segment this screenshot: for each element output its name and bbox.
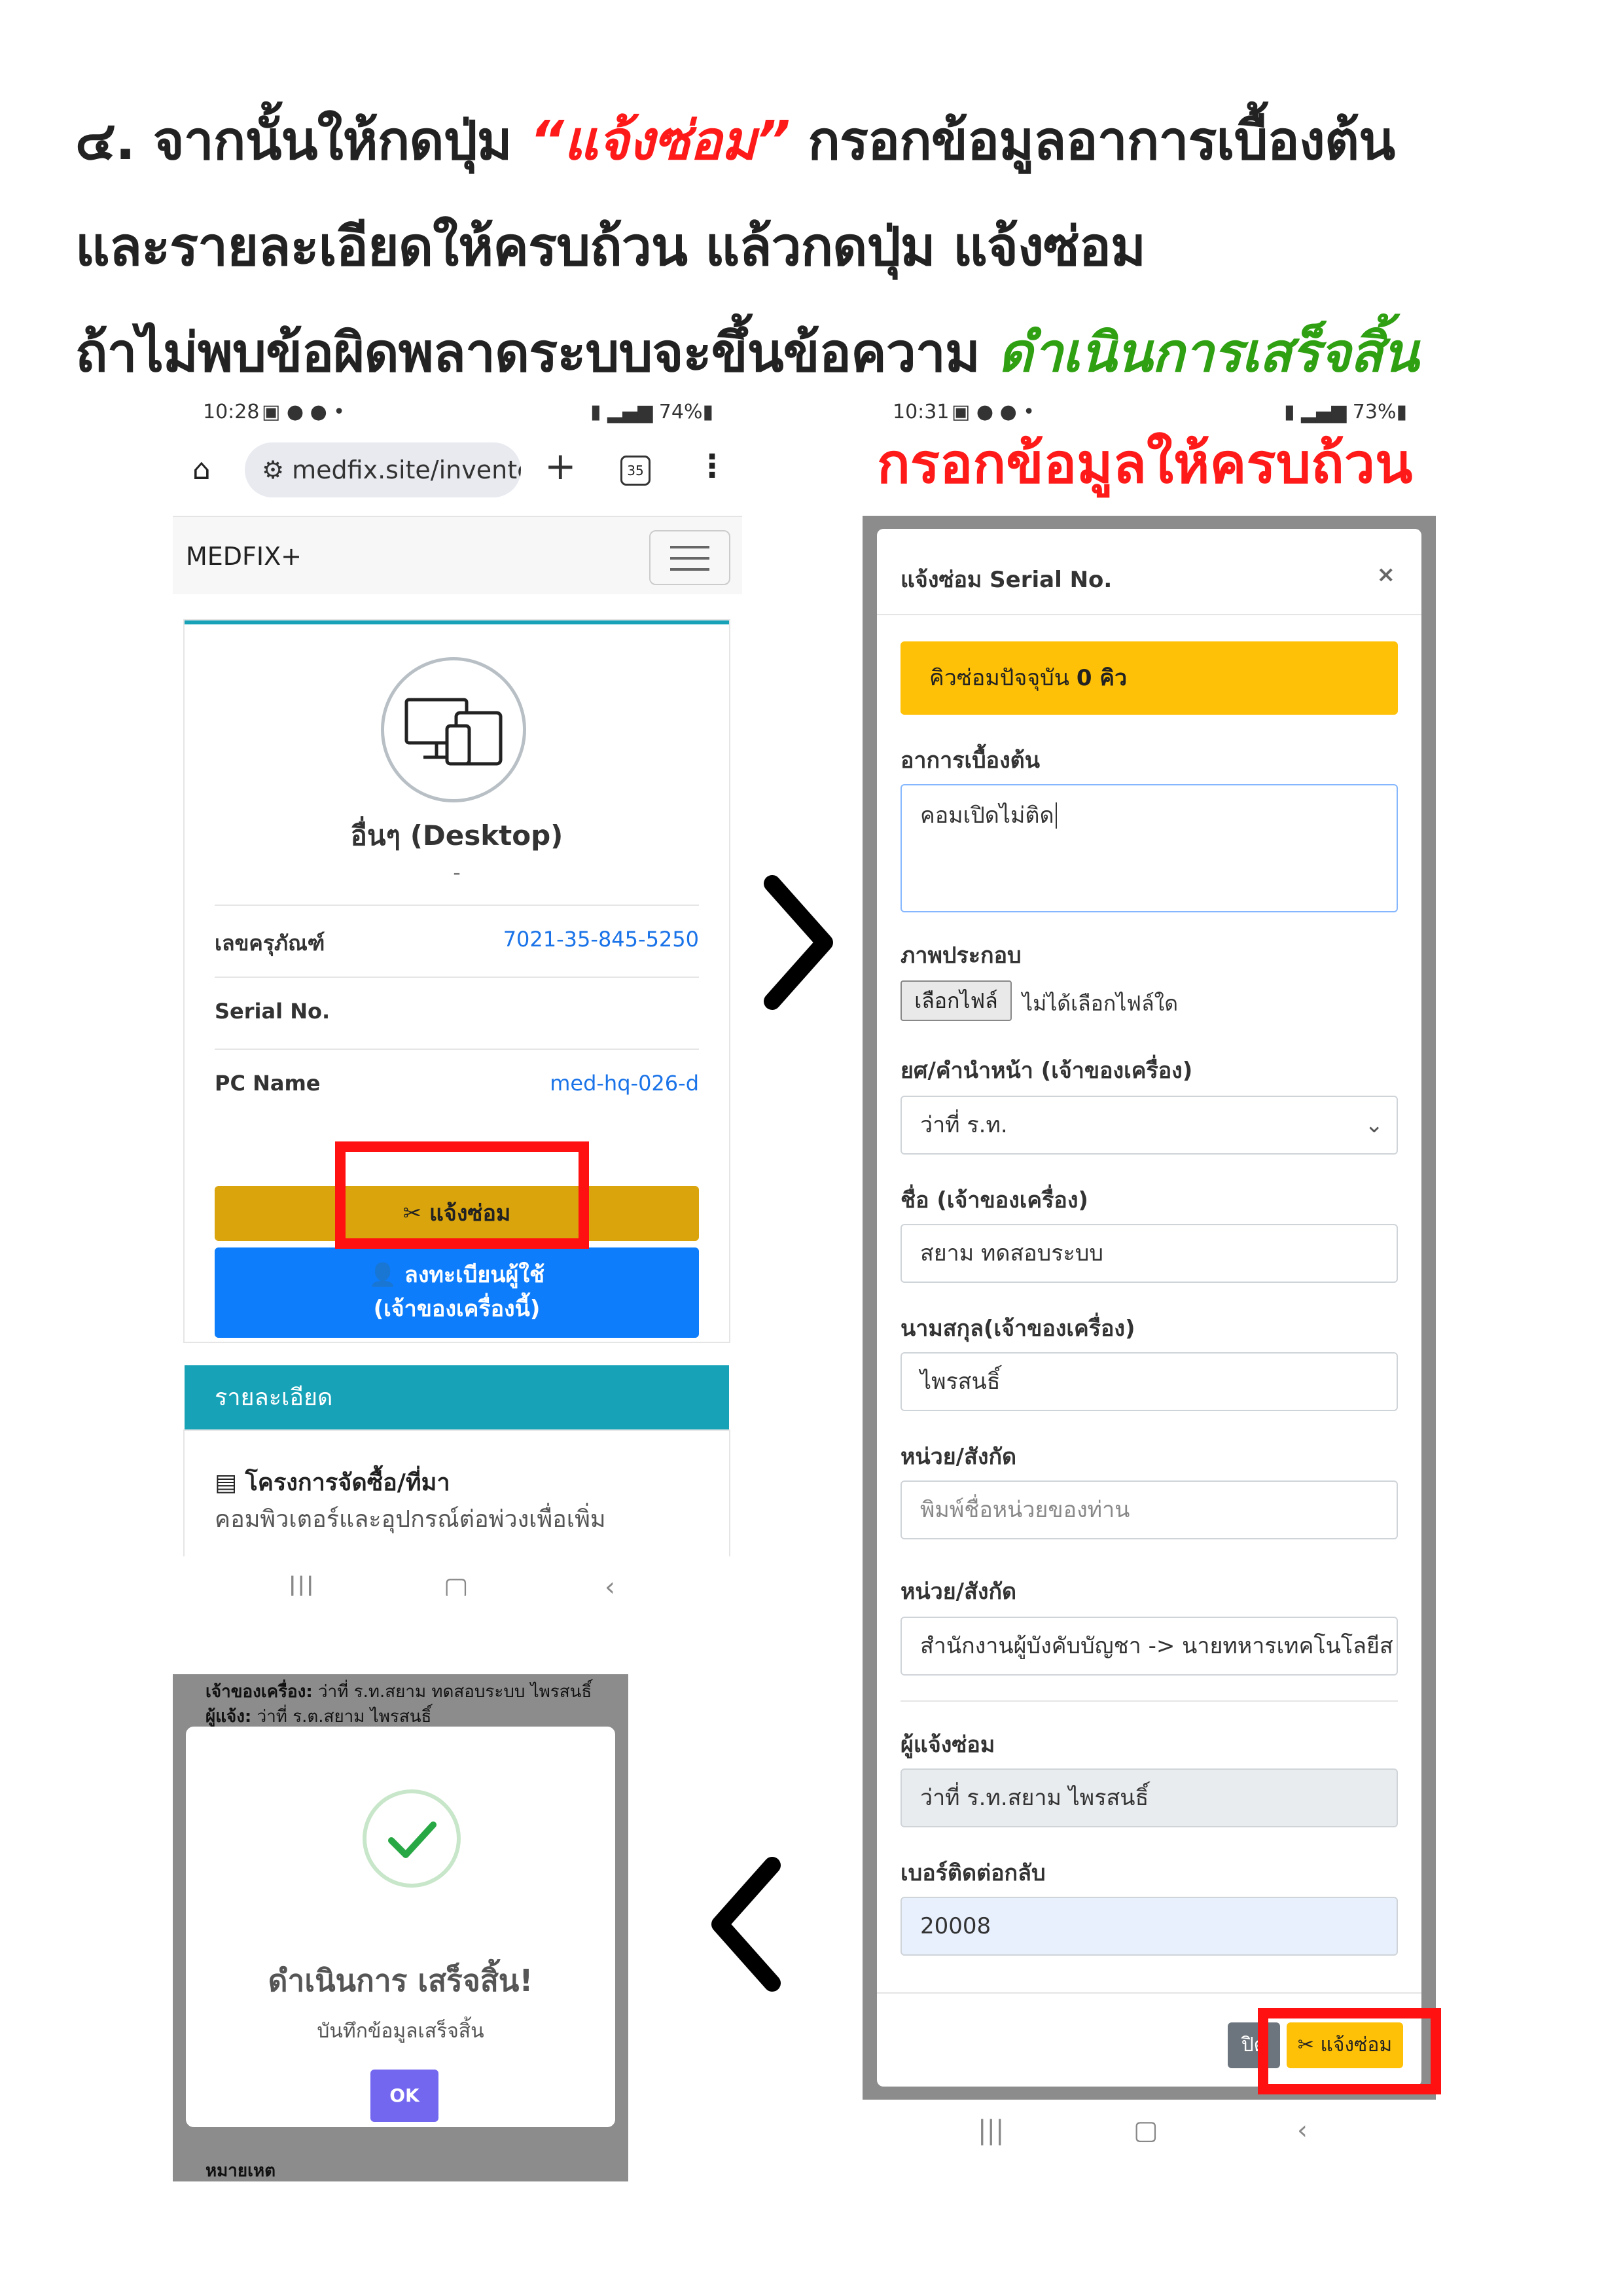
field-value[interactable]: med-hq-026-d — [550, 1071, 699, 1096]
screenshot-device-page: 10:28 ▣ ● ● • ▮ ▂▄▆ 74%▮ ⌂ ⚙ medfix.site… — [173, 391, 742, 1596]
recent-apps-icon[interactable]: ||| — [288, 1572, 314, 1596]
site-navbar: MEDFIX+ — [173, 516, 742, 594]
field-value[interactable]: 7021-35-845-5250 — [503, 927, 699, 952]
screenshot-repair-form: 10:31 ▣ ● ● • ▮ ▂▄▆ 73%▮ แจ้งซ่อม Serial… — [863, 391, 1436, 2147]
field-label: PC Name — [215, 1071, 321, 1096]
heading-line-2: และรายละเอียดให้ครบถ้วน แล้วกดปุ่ม แจ้งซ… — [75, 216, 1146, 278]
file-status: ไม่ได้เลือกไฟล์ใด — [1022, 991, 1178, 1016]
home-icon[interactable]: ⌂ — [192, 453, 211, 486]
highlight-box-repair — [335, 1141, 589, 1249]
heading-line-3: ถ้าไม่พบข้อผิดพลาดระบบจะขึ้นข้อความ ดำเน… — [75, 300, 1580, 406]
field-pc-name: PC Name med-hq-026-d — [215, 1049, 699, 1121]
url-text: medfix.site/inventc — [292, 456, 521, 484]
device-subtitle: - — [453, 860, 461, 885]
address-bar[interactable]: ⚙ medfix.site/inventc — [245, 442, 521, 497]
heading-line-1: ๔. จากนั้นให้กดปุ่ม “แจ้งซ่อม” กรอกข้อมู… — [75, 88, 1580, 194]
background-note-line: หมายเหต — [205, 2161, 276, 2181]
ok-button[interactable]: OK — [370, 2070, 438, 2122]
modal-title: แจ้งซ่อม Serial No. — [901, 567, 1113, 593]
background-reporter-line: ผู้แจ้ง: ว่าที่ ร.ต.สยาม ไพรสนธิ์ — [205, 1707, 432, 1727]
divider — [901, 1700, 1398, 1702]
home-button-icon[interactable]: ▢ — [444, 1572, 469, 1596]
rank-select[interactable]: ว่าที่ ร.ท. ⌄ — [901, 1096, 1398, 1155]
system-nav-bar: ||| ▢ ‹ — [173, 1556, 742, 1596]
alert-message: บันทึกข้อมูลเสร็จสิ้น — [317, 2020, 484, 2043]
first-name-label: ชื่อ (เจ้าของเครื่อง) — [901, 1187, 1088, 1213]
heading-highlight: “แจ้งซ่อม” — [529, 110, 791, 172]
more-menu-icon[interactable]: ⋮ — [696, 448, 728, 484]
heading-success-text: ดำเนินการเสร็จสิ้น — [997, 322, 1419, 384]
back-icon[interactable]: ‹ — [1297, 2115, 1308, 2145]
background-owner-line: เจ้าของเครื่อง: ว่าที่ ร.ท.สยาม ทดสอบระบ… — [205, 1682, 592, 1702]
rank-label: ยศ/คำนำหน้า (เจ้าของเครื่อง) — [901, 1058, 1193, 1084]
heading-prefix: ๔. จากนั้นให้กดปุ่ม — [75, 110, 530, 172]
alert-title: ดำเนินการ เสร็จสิ้น! — [268, 1963, 533, 1998]
unit-search-input[interactable]: พิมพ์ชื่อหน่วยของท่าน — [901, 1480, 1398, 1539]
last-name-label: นามสกุล(เจ้าของเครื่อง) — [901, 1316, 1135, 1342]
divider — [877, 614, 1421, 615]
reporter-input: ว่าที่ ร.ท.สยาม ไพรสนธิ์ — [901, 1768, 1398, 1827]
status-battery: ▮ ▂▄▆ 74%▮ — [590, 401, 713, 423]
details-header: รายละเอียด — [185, 1365, 729, 1431]
notification-icons: ▣ ● ● • — [262, 401, 346, 423]
desktop-devices-icon — [381, 657, 526, 802]
screenshot-success-dialog: เจ้าของเครื่อง: ว่าที่ ร.ท.สยาม ทดสอบระบ… — [173, 1674, 628, 2181]
unit-select[interactable]: สำนักงานผู้บังคับบัญชา -> นายทหารเทคโนโล… — [901, 1617, 1398, 1676]
field-asset-number: เลขครุภัณฑ์ 7021-35-845-5250 — [215, 905, 699, 977]
brand-logo[interactable]: MEDFIX+ — [186, 542, 302, 571]
field-serial-number: Serial No. — [215, 977, 699, 1049]
close-icon[interactable]: × — [1377, 562, 1396, 588]
heading-line3-prefix: ถ้าไม่พบข้อผิดพลาดระบบจะขึ้นข้อความ — [75, 322, 998, 384]
success-check-icon — [363, 1789, 461, 1888]
browser-toolbar: ⌂ ⚙ medfix.site/inventc + 35 ⋮ — [173, 435, 742, 504]
choose-file-button[interactable]: เลือกไฟล์ — [901, 980, 1012, 1021]
field-label: เลขครุภัณฑ์ — [215, 931, 325, 956]
symptom-label: อาการเบื้องต้น — [901, 747, 1040, 774]
status-bar: 10:28 ▣ ● ● • ▮ ▂▄▆ 74%▮ — [173, 391, 742, 429]
reporter-label: ผู้แจ้งซ่อม — [901, 1732, 995, 1758]
instruction-heading: ๔. จากนั้นให้กดปุ่ม “แจ้งซ่อม” กรอกข้อมู… — [75, 88, 1580, 406]
recent-apps-icon[interactable]: ||| — [978, 2115, 1004, 2145]
system-nav-bar: ||| ▢ ‹ — [863, 2100, 1436, 2147]
status-time: 10:28 — [203, 401, 260, 423]
chevron-down-icon: ⌄ — [1364, 1112, 1384, 1138]
first-name-input[interactable]: สยาม ทดสอบระบบ — [901, 1224, 1398, 1283]
user-edit-icon: 👤 — [368, 1262, 405, 1288]
back-icon[interactable]: ‹ — [605, 1572, 615, 1596]
field-label: Serial No. — [215, 999, 330, 1024]
phone-input[interactable]: 20008 — [901, 1897, 1398, 1956]
unit-label-2: หน่วย/สังกัด — [901, 1579, 1017, 1605]
heading-line1-rest: กรอกข้อมูลอาการเบื้องต้น — [789, 110, 1395, 172]
home-button-icon[interactable]: ▢ — [1133, 2115, 1158, 2145]
chevron-right-icon — [764, 875, 833, 1010]
success-alert: ดำเนินการ เสร็จสิ้น! บันทึกข้อมูลเสร็จสิ… — [186, 1727, 615, 2127]
new-tab-icon[interactable]: + — [544, 444, 577, 488]
divider — [877, 1992, 1421, 1994]
hamburger-menu-button[interactable] — [649, 530, 730, 585]
highlight-box-submit — [1258, 2008, 1441, 2094]
image-label: ภาพประกอบ — [901, 942, 1022, 969]
chevron-left-icon — [711, 1857, 781, 1992]
unit-label: หน่วย/สังกัด — [901, 1444, 1017, 1470]
fill-in-annotation: กรอกข้อมูลให้ครบถ้วน — [877, 431, 1413, 495]
register-label-2: (เจ้าของเครื่องนี้) — [373, 1296, 541, 1322]
symptom-textarea[interactable]: คอมเปิดไม่ติด — [901, 784, 1398, 912]
queue-value: 0 คิว — [1076, 665, 1128, 691]
device-title: อื่นๆ (Desktop) — [350, 819, 563, 852]
register-user-button[interactable]: 👤 ลงทะเบียนผู้ใช้ (เจ้าของเครื่องนี้) — [215, 1247, 699, 1338]
queue-alert: คิวซ่อมปัจจุบัน 0 คิว — [901, 641, 1398, 715]
details-body: ▤ โครงการจัดซื้อ/ที่มา คอมพิวเตอร์และอุป… — [185, 1431, 729, 1562]
queue-label: คิวซ่อมปัจจุบัน — [929, 665, 1069, 691]
project-description: คอมพิวเตอร์และอุปกรณ์ต่อพ่วงเพื่อเพิ่ม — [215, 1506, 606, 1533]
phone-label: เบอร์ติดต่อกลับ — [901, 1860, 1046, 1886]
project-title: ▤ โครงการจัดซื้อ/ที่มา — [215, 1469, 450, 1496]
tab-count-icon[interactable]: 35 — [620, 456, 651, 486]
site-settings-icon[interactable]: ⚙ — [262, 456, 292, 484]
register-label-1: ลงทะเบียนผู้ใช้ — [404, 1262, 545, 1288]
last-name-input[interactable]: ไพรสนธิ์ — [901, 1352, 1398, 1411]
book-icon: ▤ — [215, 1469, 245, 1496]
repair-modal: แจ้งซ่อม Serial No. × คิวซ่อมปัจจุบัน 0 … — [877, 529, 1421, 2087]
